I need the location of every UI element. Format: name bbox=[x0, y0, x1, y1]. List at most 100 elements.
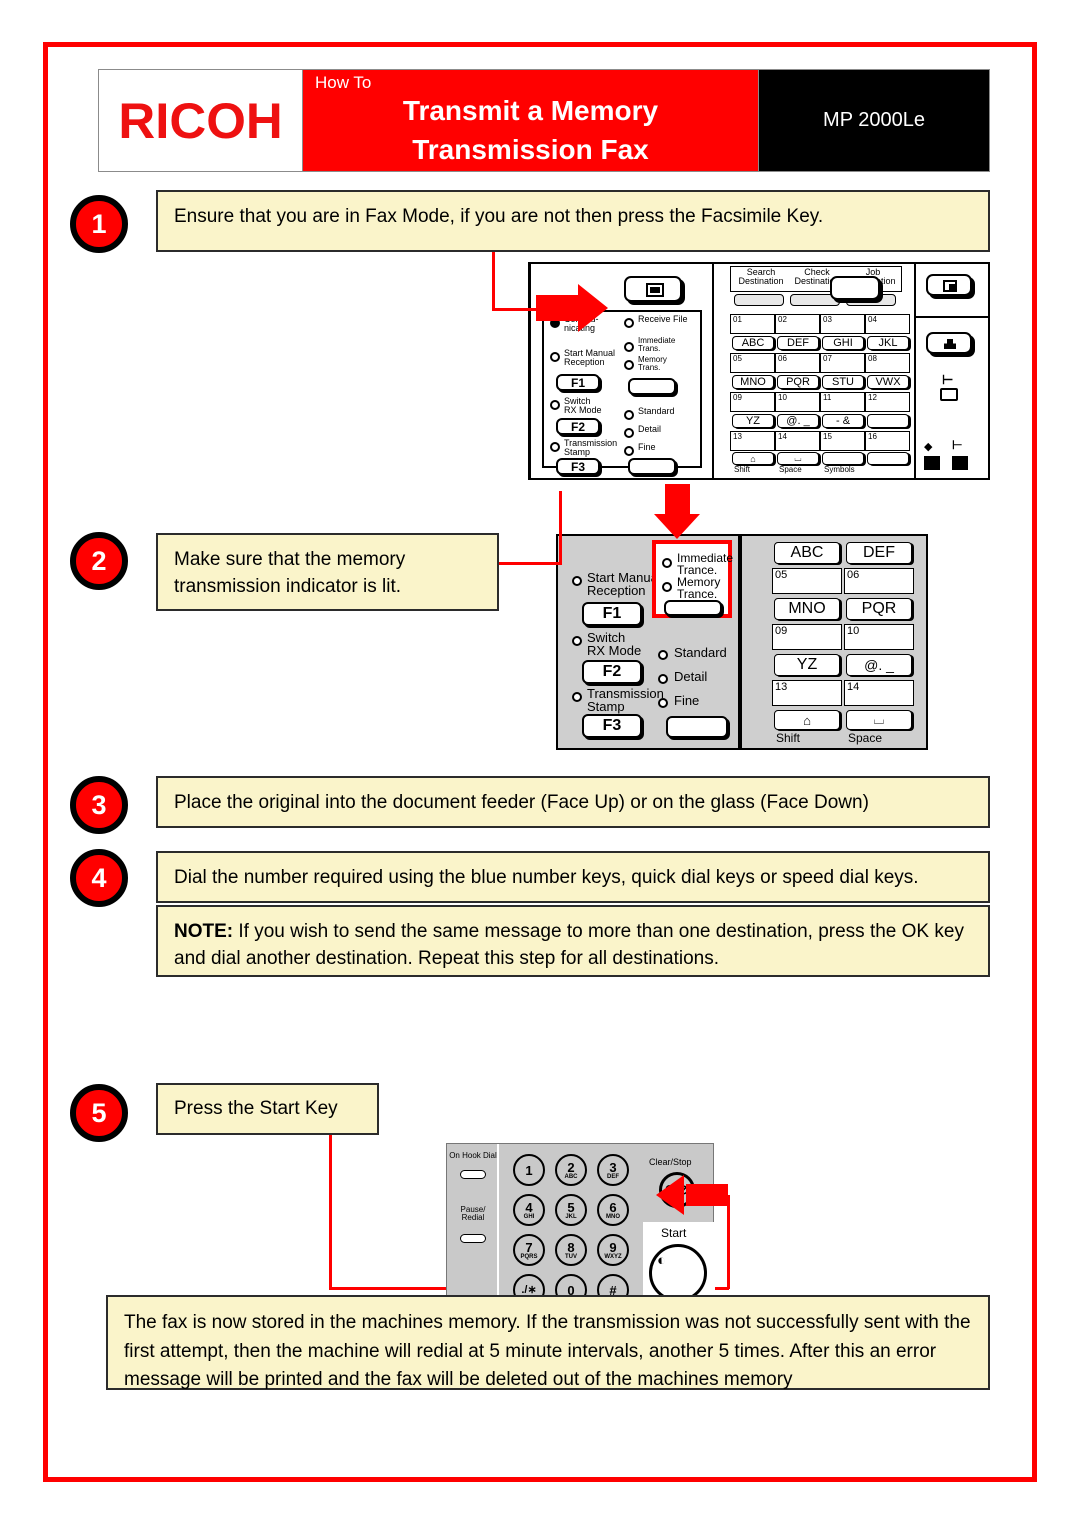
keypad-key-7[interactable]: 7 PQRS bbox=[513, 1234, 545, 1266]
start-manual-reception-led-2 bbox=[572, 576, 582, 586]
switch-rx-mode-label: Switch RX Mode bbox=[564, 396, 602, 416]
quick-dial-key[interactable]: VWX bbox=[867, 375, 909, 389]
quick-dial-key[interactable]: YZ bbox=[732, 414, 774, 428]
quick-dial-key-mno[interactable]: MNO bbox=[774, 598, 840, 620]
step-callout-4: Dial the number required using the blue … bbox=[156, 851, 990, 903]
connector-line-step2-horizontal bbox=[498, 562, 562, 565]
ricoh-logo-cell: RICOH bbox=[98, 69, 303, 172]
keypad-key-3[interactable]: 3 DEF bbox=[597, 1154, 629, 1186]
arrow-head bbox=[654, 514, 700, 539]
transmission-stamp-label-2: Transmission Stamp bbox=[587, 686, 664, 715]
quick-dial-key[interactable]: @. _ bbox=[777, 414, 819, 428]
quick-dial-slot-06[interactable]: 06 bbox=[844, 568, 914, 594]
keypad-key-4[interactable]: 4 GHI bbox=[513, 1194, 545, 1226]
scanner-key[interactable] bbox=[830, 276, 880, 300]
switch-rx-mode-led-2 bbox=[572, 636, 582, 646]
quick-dial-key[interactable]: DEF bbox=[777, 336, 819, 350]
indicator-block-2 bbox=[952, 456, 968, 470]
standard-led bbox=[624, 410, 634, 420]
blank-key[interactable] bbox=[867, 452, 909, 465]
receive-file-label: Receive File bbox=[638, 314, 688, 324]
panel-left-edge bbox=[528, 262, 531, 480]
printer-key[interactable] bbox=[926, 274, 972, 296]
keypad-key-letters: TUV bbox=[565, 1253, 577, 1260]
resolution-key-2[interactable] bbox=[666, 716, 728, 738]
space-key-label: Space bbox=[779, 465, 802, 474]
printer-key-icon bbox=[943, 280, 957, 292]
f2-key-2[interactable]: F2 bbox=[582, 660, 642, 684]
keypad-key-2[interactable]: 2 ABC bbox=[555, 1154, 587, 1186]
keypad-key-5[interactable]: 5 JKL bbox=[555, 1194, 587, 1226]
quick-dial-key[interactable]: ABC bbox=[732, 336, 774, 350]
on-hook-dial-key[interactable] bbox=[460, 1170, 486, 1179]
space-key-2[interactable]: ⌴ bbox=[846, 710, 912, 730]
keypad-key-digit: 2 bbox=[567, 1159, 575, 1175]
f1-key-2[interactable]: F1 bbox=[582, 602, 642, 626]
quick-dial-key-pqr[interactable]: PQR bbox=[846, 598, 912, 620]
keypad-key-6[interactable]: 6 MNO bbox=[597, 1194, 629, 1226]
copy-key[interactable] bbox=[926, 332, 972, 354]
quick-dial-key-abc[interactable]: ABC bbox=[774, 542, 840, 564]
energy-saver-key[interactable] bbox=[940, 388, 958, 401]
facsimile-key[interactable] bbox=[624, 276, 682, 302]
quick-dial-slot-13[interactable]: 13 bbox=[772, 680, 842, 706]
pause-redial-key[interactable] bbox=[460, 1234, 486, 1243]
quick-dial-key[interactable]: - & bbox=[822, 414, 864, 428]
quick-dial-key[interactable]: PQR bbox=[777, 375, 819, 389]
quick-dial-key[interactable] bbox=[867, 414, 909, 428]
search-destination-label: Search Destination bbox=[738, 267, 784, 287]
f1-key[interactable]: F1 bbox=[556, 374, 600, 391]
space-key[interactable]: ⌴ bbox=[777, 452, 819, 465]
f3-key[interactable]: F3 bbox=[556, 458, 600, 475]
f2-key[interactable]: F2 bbox=[556, 418, 600, 435]
quick-dial-slot[interactable]: 10 bbox=[775, 392, 820, 412]
quick-dial-slot-10[interactable]: 10 bbox=[844, 624, 914, 650]
quick-dial-slot[interactable]: 01 bbox=[730, 314, 775, 334]
resolution-key[interactable] bbox=[628, 458, 676, 475]
quick-dial-key[interactable]: JKL bbox=[867, 336, 909, 350]
quick-dial-slot-09[interactable]: 09 bbox=[772, 624, 842, 650]
keypad-key-8[interactable]: 8 TUV bbox=[555, 1234, 587, 1266]
transmission-mode-key-2[interactable] bbox=[664, 600, 722, 616]
power-indicator-icon: ◆ bbox=[924, 441, 933, 453]
quick-dial-slot[interactable]: 03 bbox=[820, 314, 865, 334]
quick-dial-slot[interactable]: 02 bbox=[775, 314, 820, 334]
connector-line-step5-vertical bbox=[329, 1135, 332, 1289]
quick-dial-slot[interactable]: 06 bbox=[775, 353, 820, 373]
quick-dial-slot[interactable]: 15 bbox=[820, 431, 865, 451]
quick-dial-key[interactable]: MNO bbox=[732, 375, 774, 389]
quick-dial-key-at[interactable]: @. _ bbox=[846, 654, 912, 676]
transmission-mode-key[interactable] bbox=[628, 378, 676, 395]
shift-key[interactable]: ⌂ bbox=[732, 452, 774, 465]
quick-dial-slot[interactable]: 09 bbox=[730, 392, 775, 412]
document-header-banner: RICOH How To Transmit a Memory Transmiss… bbox=[98, 69, 990, 172]
copy-key-icon bbox=[944, 339, 956, 349]
quick-dial-key[interactable]: GHI bbox=[822, 336, 864, 350]
quick-dial-key-yz[interactable]: YZ bbox=[774, 654, 840, 676]
keypad-key-digit: 7 bbox=[525, 1239, 533, 1255]
quick-dial-key-def[interactable]: DEF bbox=[846, 542, 912, 564]
quick-dial-slot-05[interactable]: 05 bbox=[772, 568, 842, 594]
keypad-key-1[interactable]: 1 bbox=[513, 1154, 545, 1186]
shift-key-label: Shift bbox=[734, 465, 751, 474]
shift-key-2[interactable]: ⌂ bbox=[774, 710, 840, 730]
symbols-key[interactable] bbox=[822, 452, 864, 465]
quick-dial-slot[interactable]: 04 bbox=[865, 314, 910, 334]
quick-dial-key[interactable]: STU bbox=[822, 375, 864, 389]
transmission-stamp-led-2 bbox=[572, 692, 582, 702]
quick-dial-slot[interactable]: 14 bbox=[775, 431, 820, 451]
arrow-pointing-to-start-key bbox=[656, 1175, 728, 1215]
quick-dial-slot[interactable]: 11 bbox=[820, 392, 865, 412]
quick-dial-slot[interactable]: 07 bbox=[820, 353, 865, 373]
quick-dial-slot[interactable]: 13 bbox=[730, 431, 775, 451]
quick-dial-slot[interactable]: 05 bbox=[730, 353, 775, 373]
connector-line-step1-horizontal bbox=[492, 308, 542, 311]
f3-key-2[interactable]: F3 bbox=[582, 714, 642, 738]
search-destination-key[interactable] bbox=[734, 294, 784, 306]
quick-dial-slot[interactable]: 16 bbox=[865, 431, 910, 451]
quick-dial-slot-14[interactable]: 14 bbox=[844, 680, 914, 706]
quick-dial-slot[interactable]: 08 bbox=[865, 353, 910, 373]
keypad-key-9[interactable]: 9 WXYZ bbox=[597, 1234, 629, 1266]
indicator-block-1 bbox=[924, 456, 940, 470]
quick-dial-slot[interactable]: 12 bbox=[865, 392, 910, 412]
